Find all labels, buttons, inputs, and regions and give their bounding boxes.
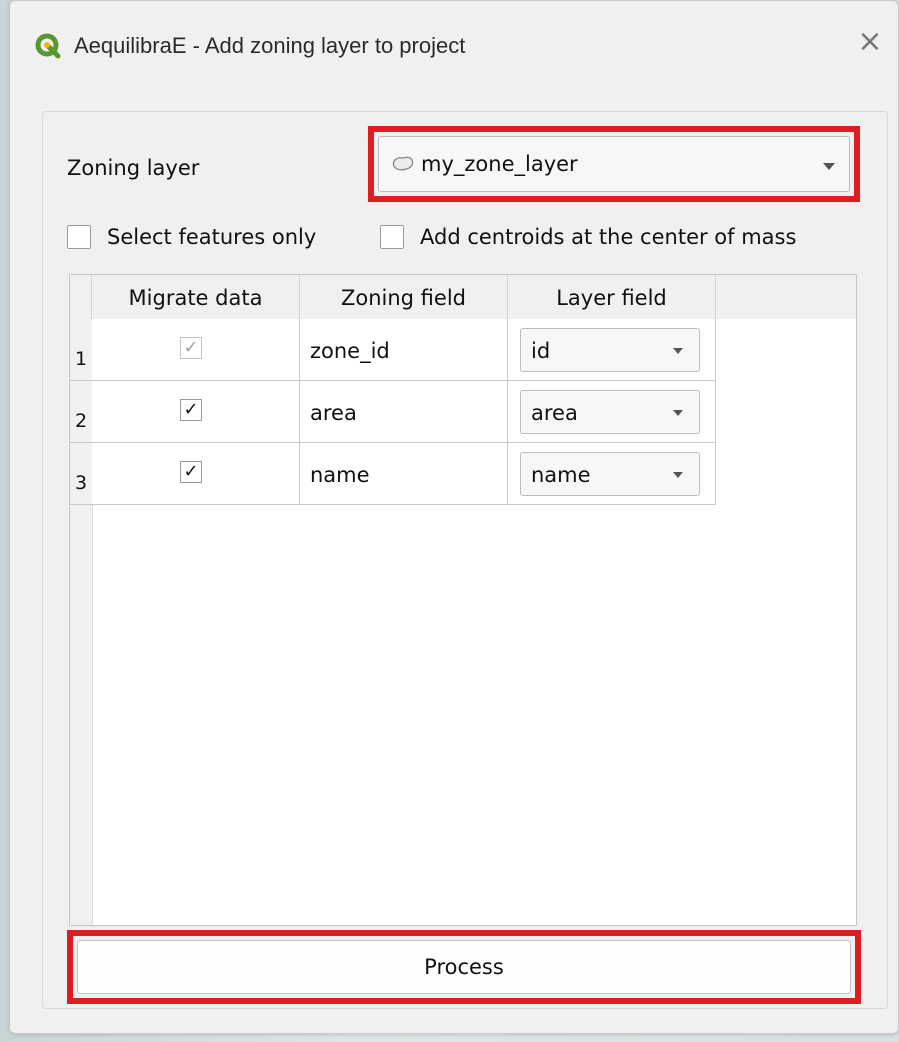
table-row: 3 ✓ name name xyxy=(70,443,720,505)
row-number: 3 xyxy=(70,443,92,505)
zoning-layer-select[interactable]: my_zone_layer xyxy=(378,136,850,192)
layer-field-value: area xyxy=(531,401,578,425)
zoning-field-cell: area xyxy=(300,381,508,443)
migrate-cell: ✓ xyxy=(92,443,300,505)
main-panel: Zoning layer my_zone_layer Select featur… xyxy=(42,111,888,1009)
zoning-field-value: name xyxy=(310,463,370,487)
select-features-checkbox[interactable] xyxy=(67,225,91,249)
zoning-field-cell: name xyxy=(300,443,508,505)
layer-field-value: name xyxy=(531,463,591,487)
zoning-layer-label: Zoning layer xyxy=(67,156,200,180)
add-centroids-checkbox[interactable] xyxy=(380,225,404,249)
field-mapping-table: Migrate data Zoning field Layer field 1 … xyxy=(69,274,857,926)
layer-field-select[interactable]: name xyxy=(520,452,700,496)
table-row: 1 ✓ zone_id id xyxy=(70,319,720,381)
add-centroids-label: Add centroids at the center of mass xyxy=(420,225,797,249)
header-layer-field[interactable]: Layer field xyxy=(508,275,716,319)
migrate-checkbox[interactable]: ✓ xyxy=(180,399,202,421)
select-features-label: Select features only xyxy=(107,225,317,249)
window-title: AequilibraE - Add zoning layer to projec… xyxy=(74,33,466,58)
zoning-field-value: area xyxy=(310,401,357,425)
migrate-cell: ✓ xyxy=(92,319,300,381)
zoning-layer-value: my_zone_layer xyxy=(421,152,578,176)
chevron-down-icon xyxy=(823,163,835,170)
layer-field-cell: name xyxy=(508,443,716,505)
qgis-icon xyxy=(35,33,61,59)
migrate-checkbox[interactable]: ✓ xyxy=(180,461,202,483)
corner-cell xyxy=(70,275,92,319)
process-button[interactable]: Process xyxy=(77,940,851,994)
zoning-field-value: zone_id xyxy=(310,339,390,363)
table-row: 2 ✓ area area xyxy=(70,381,720,443)
layer-field-select[interactable]: id xyxy=(520,328,700,372)
header-zoning-field[interactable]: Zoning field xyxy=(300,275,508,319)
title-bar: AequilibraE - Add zoning layer to projec… xyxy=(10,1,898,91)
header-migrate-data[interactable]: Migrate data xyxy=(92,275,300,319)
migrate-cell: ✓ xyxy=(92,381,300,443)
layer-field-cell: id xyxy=(508,319,716,381)
layer-field-cell: area xyxy=(508,381,716,443)
polygon-layer-icon xyxy=(392,156,414,171)
add-centroids-row: Add centroids at the center of mass xyxy=(380,222,796,252)
table-header: Migrate data Zoning field Layer field xyxy=(70,275,856,319)
chevron-down-icon xyxy=(673,410,683,416)
select-features-row: Select features only xyxy=(67,222,316,252)
close-icon[interactable]: × xyxy=(856,27,884,57)
chevron-down-icon xyxy=(673,348,683,354)
row-number: 2 xyxy=(70,381,92,443)
row-number: 1 xyxy=(70,319,92,381)
layer-field-value: id xyxy=(531,339,551,363)
layer-field-select[interactable]: area xyxy=(520,390,700,434)
zoning-layer-highlight: my_zone_layer xyxy=(368,126,860,202)
process-highlight: Process xyxy=(67,930,861,1004)
chevron-down-icon xyxy=(673,472,683,478)
dialog-window: AequilibraE - Add zoning layer to projec… xyxy=(9,0,899,1034)
migrate-checkbox[interactable]: ✓ xyxy=(180,337,202,359)
zoning-field-cell: zone_id xyxy=(300,319,508,381)
